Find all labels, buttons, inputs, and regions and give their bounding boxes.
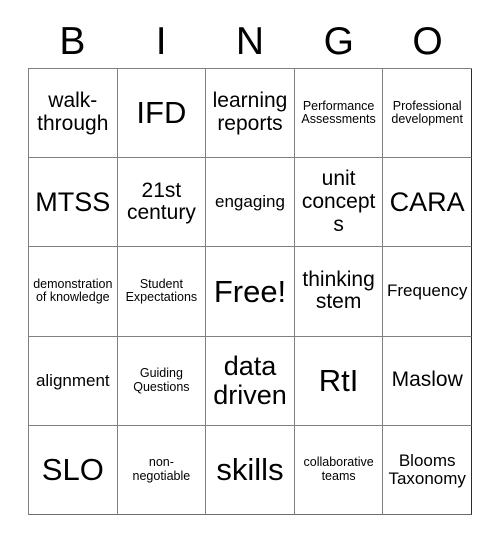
bingo-cell[interactable]: Professional development [383, 69, 472, 159]
bingo-cell-label: learning reports [212, 89, 288, 136]
bingo-header-letter-i: I [155, 19, 167, 63]
bingo-cell[interactable]: thinking stem [294, 247, 384, 337]
bingo-cell-label: RtI [318, 362, 359, 398]
bingo-cell[interactable]: walk-through [29, 69, 118, 159]
bingo-cell[interactable]: Performance Assessments [294, 69, 384, 159]
bingo-cell[interactable]: Student Expectations [117, 247, 207, 337]
bingo-cell-label: Blooms Taxonomy [388, 450, 466, 488]
bingo-cell[interactable]: demonstration of knowledge [29, 247, 118, 337]
bingo-cell[interactable]: alignment [29, 336, 118, 426]
bingo-cell[interactable]: Guiding Questions [117, 336, 207, 426]
bingo-cell[interactable]: non-negotiable [117, 425, 207, 515]
bingo-cell-label: Maslow [391, 368, 463, 392]
bingo-cell-label: Professional development [391, 98, 463, 127]
bingo-cell-label: IFD [136, 95, 187, 131]
bingo-cell-label: MTSS [35, 186, 111, 217]
bingo-free-space[interactable]: Free! [206, 247, 295, 337]
bingo-cell[interactable]: SLO [29, 425, 118, 515]
bingo-cell[interactable]: learning reports [206, 69, 295, 159]
bingo-card: B I N G O walk-through IFD learning report… [0, 0, 500, 544]
bingo-cell-label: Guiding Questions [133, 366, 190, 394]
bingo-cell[interactable]: Frequency [383, 247, 472, 337]
bingo-cell-label: SLO [41, 452, 104, 488]
bingo-cell[interactable]: 21st century [117, 158, 207, 248]
bingo-grid: walk-through IFD learning reports Performan… [28, 68, 472, 515]
bingo-cell-label: Student Expectations [125, 276, 198, 305]
bingo-cell-label: non-negotiable [132, 455, 191, 483]
bingo-cell-label: unit concepts [301, 167, 376, 236]
bingo-cell[interactable]: Blooms Taxonomy [383, 425, 472, 515]
bingo-cell-label: alignment [35, 370, 110, 390]
bingo-cell-label: data driven [213, 350, 287, 410]
bingo-header-letter-o: O [412, 19, 443, 63]
bingo-cell[interactable]: Maslow [383, 336, 472, 426]
bingo-header-letter-g: G [323, 19, 354, 63]
bingo-cell[interactable]: data driven [206, 336, 295, 426]
bingo-cell[interactable]: IFD [117, 69, 207, 159]
bingo-cell-label: Frequency [387, 281, 468, 301]
bingo-cell-label: walk-through [37, 89, 109, 136]
bingo-cell[interactable]: RtI [294, 336, 384, 426]
bingo-cell-label: CARA [389, 186, 465, 217]
bingo-cell-label: demonstration of knowledge [33, 276, 113, 305]
bingo-cell-label: Free! [213, 273, 287, 309]
bingo-header-letter-b: B [59, 19, 86, 63]
bingo-cell-label: 21st century [126, 178, 196, 225]
bingo-header-row: B I N G O [28, 14, 472, 68]
bingo-cell-label: skills [216, 452, 284, 488]
bingo-cell[interactable]: MTSS [29, 158, 118, 248]
bingo-cell-label: thinking stem [302, 267, 375, 314]
bingo-cell-label: collaborative teams [303, 455, 374, 483]
bingo-cell[interactable]: engaging [206, 158, 295, 248]
bingo-header-letter-n: N [235, 19, 265, 63]
bingo-cell[interactable]: unit concepts [294, 158, 384, 248]
bingo-cell[interactable]: CARA [383, 158, 472, 248]
bingo-cell-label: Performance Assessments [301, 98, 376, 127]
bingo-cell-label: engaging [215, 192, 285, 212]
bingo-cell[interactable]: collaborative teams [294, 425, 384, 515]
bingo-cell[interactable]: skills [206, 425, 295, 515]
